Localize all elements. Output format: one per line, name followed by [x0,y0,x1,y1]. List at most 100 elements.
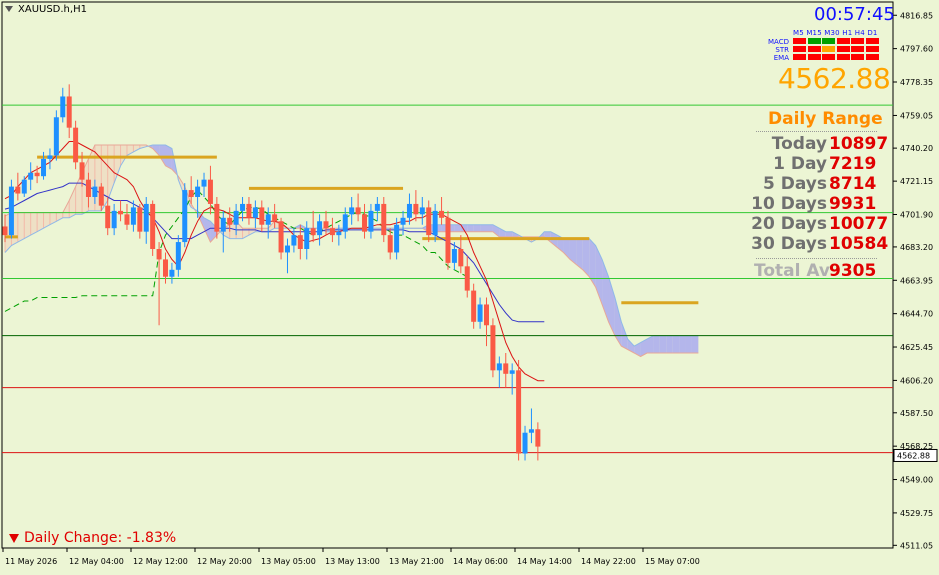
candle-body [484,304,489,326]
range-value-total: 9305 [829,261,877,281]
candle-body [458,249,464,267]
candle-body [426,207,432,236]
symbol-dropdown-icon[interactable] [5,6,13,12]
candle-body [291,235,297,246]
candle-body [394,224,400,253]
candle-body [297,235,303,249]
x-tick-label: 15 May 07:00 [645,557,700,566]
candle-body [464,266,470,291]
cloud-segment [114,145,121,184]
current-price: 4562.88 [778,62,891,95]
range-value-30-days: 10584 [829,234,889,254]
cloud-segment [653,335,660,353]
range-value-today: 10897 [829,134,889,154]
indicator-cell [807,57,821,60]
candle-body [284,245,290,253]
indicator-cell [851,49,864,52]
indicator-cell [836,49,850,52]
candle-body [445,217,451,263]
indicator-cell [851,57,864,60]
indicator-label-ema: EMA [773,54,789,62]
candle-body [240,203,246,211]
y-tick-label: 4549.00 [900,476,933,485]
candle-body [413,203,419,215]
candle-body [509,370,515,374]
range-label-total: Total Av [754,261,830,281]
cloud-segment [486,224,493,232]
candle-body [105,205,111,229]
range-label-20-days: 20 Days [751,214,827,234]
indicator-cell [836,41,850,44]
candle-body [342,214,348,232]
cloud-segment [614,297,622,347]
candle-body [79,162,85,180]
y-tick-label: 4797.60 [900,45,933,54]
indicator-cell [807,49,821,52]
range-label-30-days: 30 Days [751,234,827,254]
candle-body [374,203,380,211]
candle-body [439,210,445,218]
candle-body [60,96,66,118]
cloud-segment [473,224,481,232]
candle-body [336,231,342,236]
candle-body [304,228,310,249]
indicator-cell [793,49,806,52]
candle-body [451,249,457,263]
candle-body [47,155,53,159]
candle-body [175,242,181,270]
y-tick-label: 4625.45 [900,343,933,352]
y-tick-label: 4816.85 [900,11,933,20]
cloud-segment [261,228,269,232]
cloud-segment [679,335,686,353]
candle-body [85,179,91,197]
x-tick-label: 12 May 20:00 [197,557,252,566]
candle-body [137,207,143,232]
candle-body [381,203,387,236]
candle-body [329,228,335,236]
candle-body [8,186,14,236]
indicator-cell [807,41,821,44]
range-label-today: Today [771,134,827,154]
indicator-cell [865,41,879,44]
cloud-segment [43,212,50,229]
candle-body [317,221,323,236]
indicator-cell [822,49,835,52]
daily-change: Daily Change: -1.83% [24,530,177,546]
candle-body [503,363,509,374]
candle-body [143,203,149,232]
y-tick-label: 4644.70 [900,310,933,319]
candle-body [362,214,368,232]
daily-range-title: Daily Range [768,109,883,129]
candle-body [471,290,477,322]
candle-body [2,226,8,236]
range-value-1-day: 7219 [829,154,877,174]
candle-body [163,259,168,277]
y-tick-label: 4740.20 [900,144,933,153]
candle-body [66,96,72,128]
candle-body [182,190,188,243]
x-tick-label: 14 May 14:00 [517,557,572,566]
candle-body [111,210,117,229]
candle-body [278,221,284,253]
daily-range-divider [756,131,877,132]
cloud-segment [17,212,25,243]
candle-body [201,179,207,187]
candle-body [349,207,355,215]
indicator-cell [793,41,806,44]
countdown-clock: 00:57:45 [814,4,895,25]
range-label-5-days: 5 Days [762,174,827,194]
candle-body [477,304,483,322]
candle-body [355,207,361,215]
cloud-segment [589,238,596,288]
candle-body [53,117,59,156]
cloud-segment [454,224,461,232]
candle-body [118,210,124,215]
indicator-cell [851,41,864,44]
x-tick-label: 12 May 12:00 [133,557,188,566]
candle-body [400,217,406,225]
candle-body [41,158,47,177]
candle-body [310,228,316,236]
cloud-segment [672,335,680,353]
candle-body [233,210,239,225]
candle-body [195,186,201,197]
